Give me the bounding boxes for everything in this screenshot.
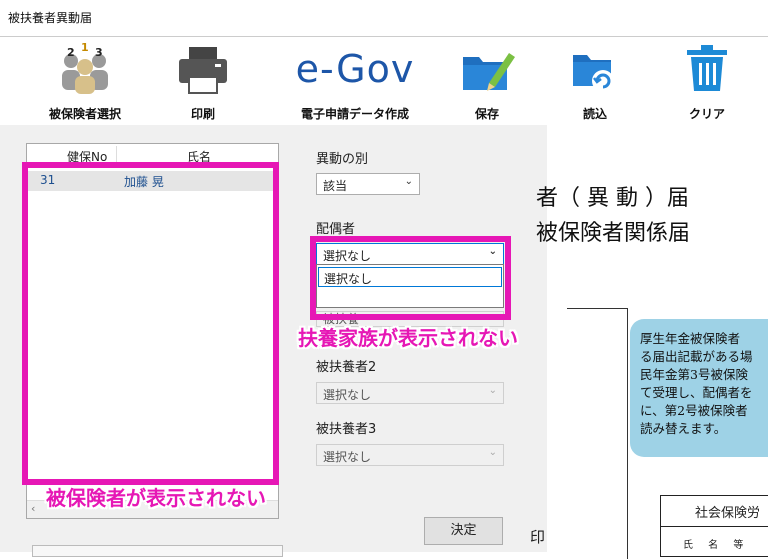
doc-seal-mark: 印 — [530, 528, 546, 546]
print-button[interactable]: 印刷 — [148, 37, 258, 125]
select-insured-button[interactable]: 2 1 3 被保険者選択 — [30, 37, 140, 125]
svg-text:1: 1 — [81, 43, 89, 54]
bottom-panel — [32, 545, 283, 557]
doc-table: 社会保険労 氏 名 等 — [660, 495, 768, 557]
hifuyou3-select[interactable]: 選択なし ⌄ — [316, 444, 504, 466]
chevron-down-icon: ⌄ — [404, 176, 413, 187]
info-line: て受理し、配偶者を — [640, 385, 753, 400]
load-label: 読込 — [582, 107, 607, 121]
doc-info-box: 厚生年金被保険者 る届出記載がある場 民年金第3号被保険 て受理し、配偶者を に… — [630, 319, 768, 457]
svg-text:3: 3 — [95, 46, 103, 59]
doc-title-line2: 被保険者関係届 — [536, 221, 691, 246]
printer-icon — [179, 47, 227, 94]
doc-table-title: 社会保険労 — [695, 506, 761, 521]
save-label: 保存 — [474, 107, 499, 121]
folder-pencil-icon — [463, 53, 515, 91]
info-line: に、第2号被保険者 — [640, 403, 748, 418]
toolbar: 2 1 3 被保険者選択 印刷 e-Gov 電子申請データ作成 保存 読込 クリ… — [0, 36, 768, 126]
ido-label: 異動の別 — [316, 152, 369, 167]
window-title: 被扶養者異動届 — [8, 11, 93, 25]
hifuyou2-value: 選択なし — [323, 388, 372, 402]
annotation-family-not-shown: 扶養家族が表示されない — [298, 326, 518, 350]
save-button[interactable]: 保存 — [432, 37, 542, 125]
ido-value: 該当 — [323, 179, 348, 193]
hifuyou3-value: 選択なし — [323, 450, 372, 464]
egov-logo: e-Gov — [295, 47, 415, 91]
chevron-down-icon: ⌄ — [488, 385, 497, 396]
info-line: 読み替えます。 — [640, 421, 727, 436]
window-titlebar: 被扶養者異動届 — [0, 0, 768, 36]
hifuyou3-label: 被扶養者3 — [316, 422, 377, 437]
haigusha-label: 配偶者 — [316, 222, 356, 237]
chevron-down-icon: ⌄ — [488, 447, 497, 458]
trash-icon — [687, 45, 727, 91]
doc-title-line1: 者（ 異 動 ）届 — [536, 186, 689, 211]
ido-select[interactable]: 該当 ⌄ — [316, 173, 420, 195]
highlight-spouse-dropdown — [310, 236, 511, 320]
clear-label: クリア — [688, 107, 725, 121]
load-button[interactable]: 読込 — [540, 37, 650, 125]
people-numbers-icon: 2 1 3 — [62, 43, 108, 94]
doc-frame — [567, 308, 628, 559]
info-line: る届出記載がある場 — [640, 349, 753, 364]
annotation-insured-not-shown: 被保険者が表示されない — [46, 486, 266, 510]
info-line: 民年金第3号被保険 — [640, 367, 748, 382]
scroll-left-icon[interactable]: ‹ — [31, 502, 35, 515]
clear-button[interactable]: クリア — [652, 37, 762, 125]
hifuyou2-label: 被扶養者2 — [316, 360, 377, 375]
highlight-insured-list — [22, 162, 279, 485]
doc-table-sub: 氏 名 等 — [683, 540, 750, 551]
svg-text:2: 2 — [67, 46, 75, 59]
hifuyou2-select[interactable]: 選択なし ⌄ — [316, 382, 504, 404]
decide-button[interactable]: 決定 — [424, 517, 503, 545]
egov-button[interactable]: e-Gov 電子申請データ作成 — [290, 37, 420, 125]
select-insured-label: 被保険者選択 — [48, 107, 121, 121]
folder-refresh-icon — [573, 55, 614, 92]
egov-label: 電子申請データ作成 — [300, 107, 409, 121]
doc-table-divider — [661, 526, 768, 527]
print-label: 印刷 — [190, 107, 215, 121]
info-line: 厚生年金被保険者 — [640, 331, 741, 346]
